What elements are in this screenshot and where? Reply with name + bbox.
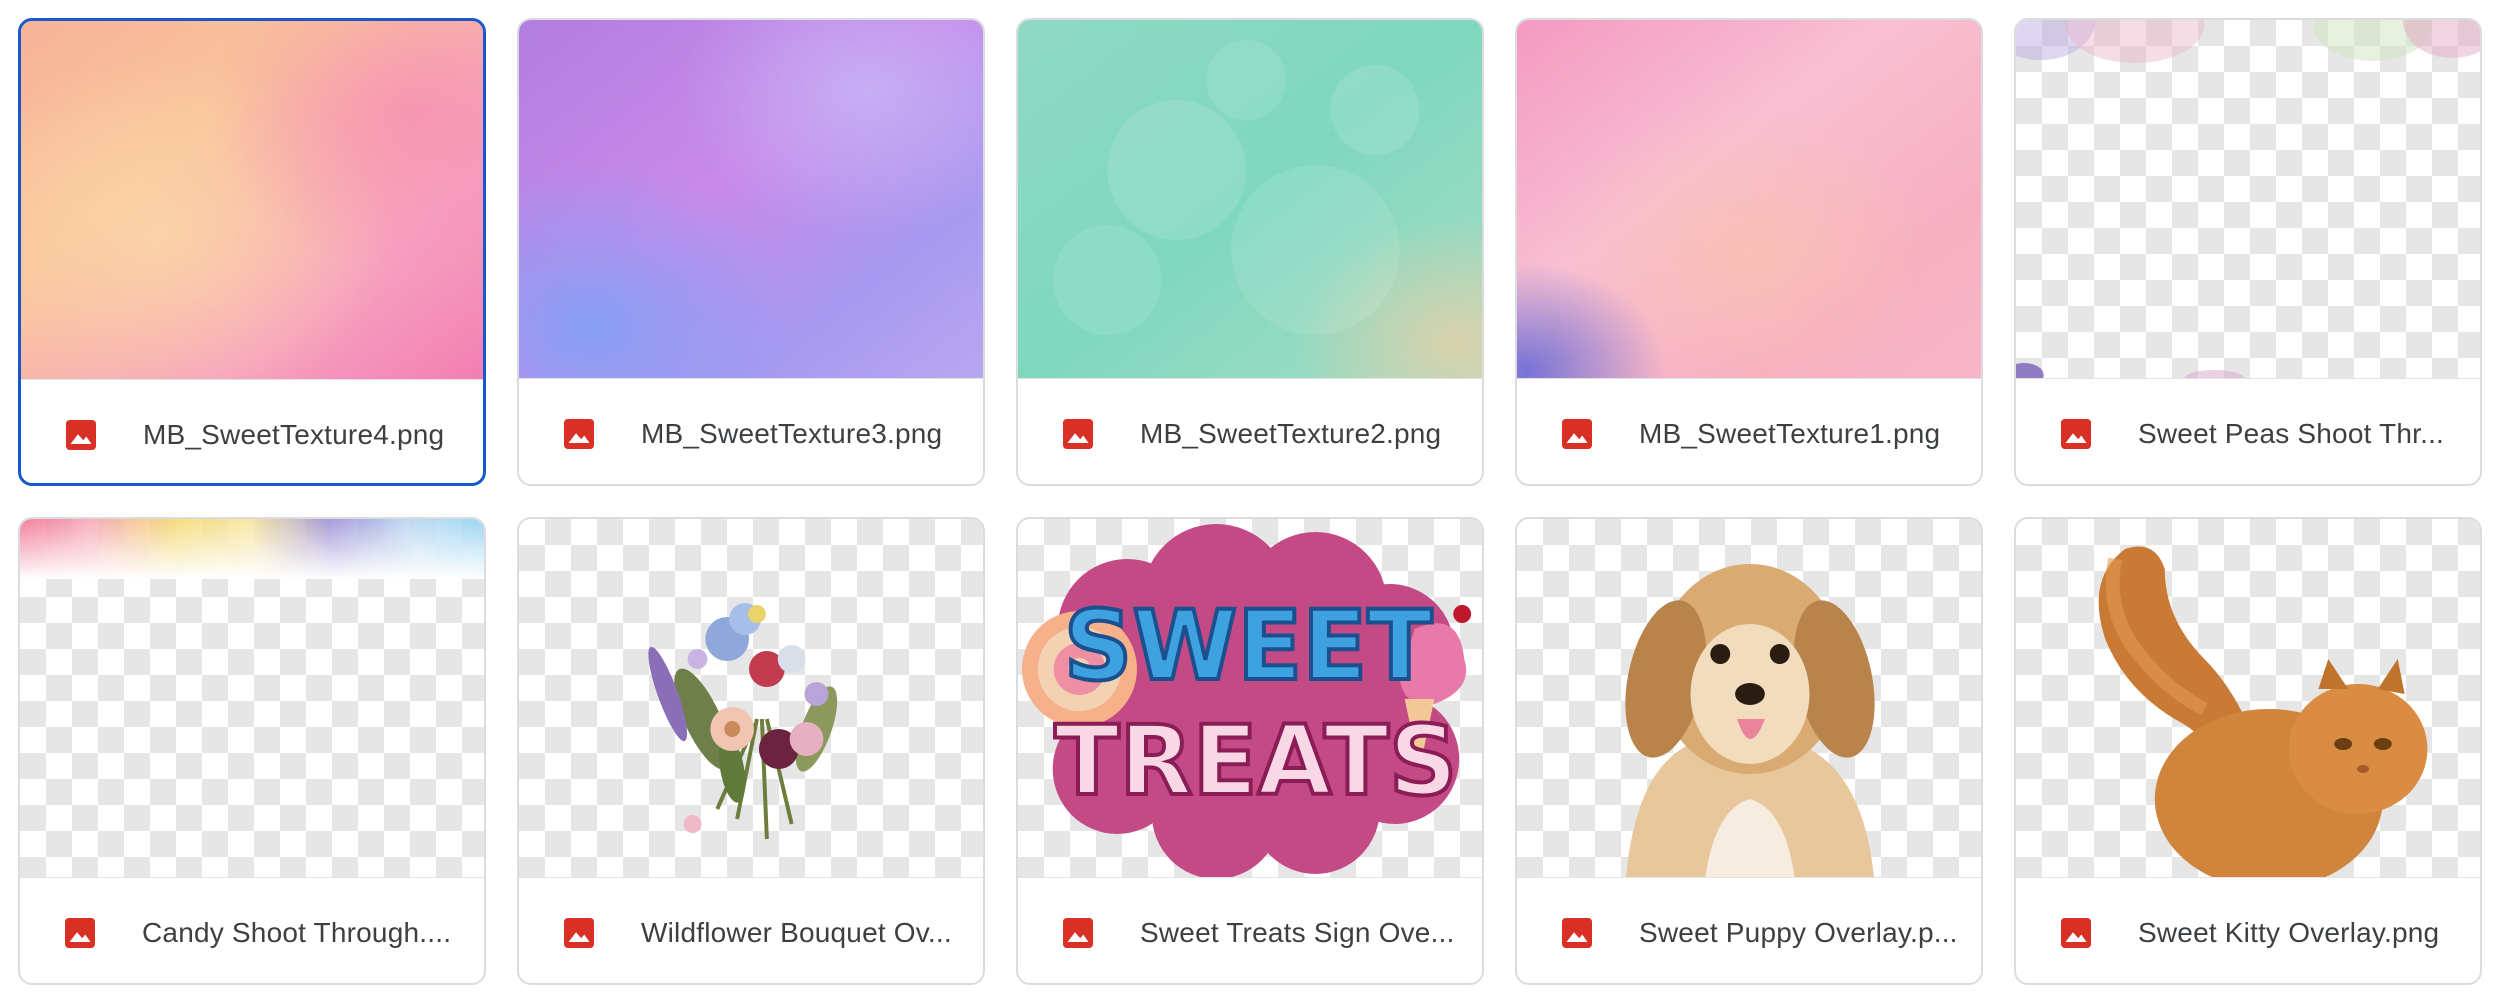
file-name: MB_SweetTexture4.png	[143, 418, 445, 450]
file-card-mb-sweettexture4[interactable]: MB_SweetTexture4.png	[18, 18, 486, 486]
file-card-footer: Sweet Puppy Overlay.p...	[1517, 877, 1981, 983]
file-thumbnail	[1517, 20, 1981, 378]
file-name: Sweet Peas Shoot Thr...	[2138, 417, 2445, 449]
image-icon	[564, 917, 594, 948]
file-thumbnail	[2016, 20, 2480, 378]
file-name: Candy Shoot Through....	[142, 916, 452, 948]
file-thumbnail	[1018, 20, 1482, 378]
image-icon	[1562, 917, 1592, 948]
image-icon	[1562, 418, 1592, 449]
file-card-sweet-kitty-overlay[interactable]: Sweet Kitty Overlay.png	[2014, 517, 2482, 985]
file-card-footer: MB_SweetTexture3.png	[519, 378, 983, 484]
file-card-footer: MB_SweetTexture2.png	[1018, 378, 1482, 484]
file-card-sweet-peas-shoot-through[interactable]: Sweet Peas Shoot Thr...	[2014, 18, 2482, 486]
file-name: Sweet Treats Sign Ove...	[1140, 916, 1455, 948]
file-name: MB_SweetTexture2.png	[1140, 417, 1442, 449]
file-thumbnail	[519, 20, 983, 378]
file-thumbnail	[1517, 519, 1981, 877]
file-name: Wildflower Bouquet Ov...	[641, 916, 952, 948]
file-card-mb-sweettexture2[interactable]: MB_SweetTexture2.png	[1016, 18, 1484, 486]
image-icon	[1063, 418, 1093, 449]
file-card-footer: Sweet Peas Shoot Thr...	[2016, 378, 2480, 484]
file-card-sweet-treats-sign-overlay[interactable]: SWEET TREATS Sweet Treats Sign Ove...	[1016, 517, 1484, 985]
image-icon	[66, 419, 96, 450]
file-name: Sweet Kitty Overlay.png	[2138, 916, 2440, 948]
file-card-sweet-puppy-overlay[interactable]: Sweet Puppy Overlay.p...	[1515, 517, 1983, 985]
image-icon	[65, 917, 95, 948]
file-thumbnail	[519, 519, 983, 877]
file-thumbnail	[2016, 519, 2480, 877]
file-card-footer: Sweet Kitty Overlay.png	[2016, 877, 2480, 983]
image-icon	[2061, 418, 2091, 449]
file-thumbnail	[21, 21, 483, 379]
file-thumbnail: SWEET TREATS	[1018, 519, 1482, 877]
file-grid: MB_SweetTexture4.png MB_SweetTexture3.pn…	[0, 0, 2498, 1004]
image-icon	[1063, 917, 1093, 948]
file-card-mb-sweettexture3[interactable]: MB_SweetTexture3.png	[517, 18, 985, 486]
file-card-footer: MB_SweetTexture1.png	[1517, 378, 1981, 484]
file-card-candy-shoot-through[interactable]: Candy Shoot Through....	[18, 517, 486, 985]
file-card-footer: MB_SweetTexture4.png	[21, 379, 483, 483]
sign-word-sweet: SWEET	[1064, 590, 1432, 702]
file-name: Sweet Puppy Overlay.p...	[1639, 916, 1958, 948]
file-thumbnail	[20, 519, 484, 877]
file-card-wildflower-bouquet-overlay[interactable]: Wildflower Bouquet Ov...	[517, 517, 985, 985]
sign-word-treats: TREATS	[1054, 705, 1457, 817]
image-icon	[2061, 917, 2091, 948]
image-icon	[564, 418, 594, 449]
file-name: MB_SweetTexture3.png	[641, 417, 943, 449]
file-card-footer: Candy Shoot Through....	[20, 877, 484, 983]
file-name: MB_SweetTexture1.png	[1639, 417, 1941, 449]
file-card-footer: Wildflower Bouquet Ov...	[519, 877, 983, 983]
file-card-footer: Sweet Treats Sign Ove...	[1018, 877, 1482, 983]
file-card-mb-sweettexture1[interactable]: MB_SweetTexture1.png	[1515, 18, 1983, 486]
